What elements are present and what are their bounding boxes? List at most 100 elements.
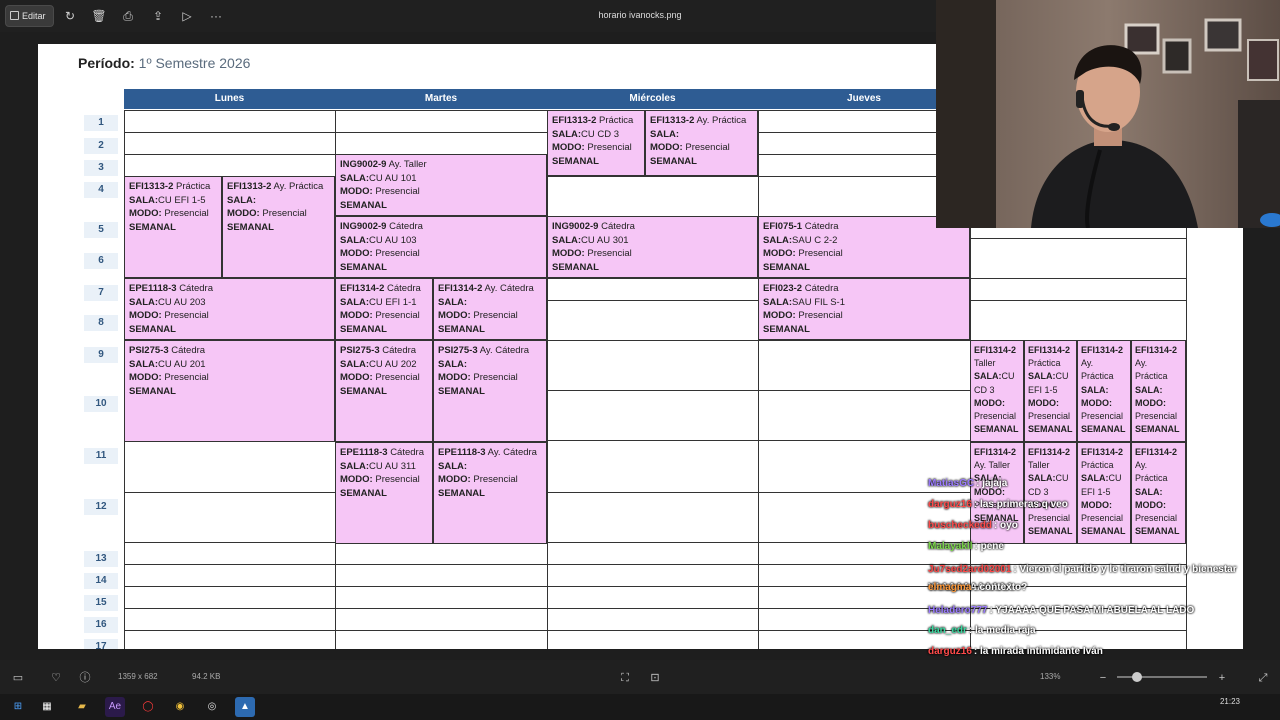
course-mode: MODO: Presencial [129,309,330,323]
course-block: EFI1313-2 Práctica SALA:CU CD 3 MODO: Pres… [547,110,645,176]
print-icon[interactable]: ⎙ [120,8,136,24]
room-label: SALA: [340,460,370,472]
course-mode: MODO: Presencial [438,371,542,385]
zoom-out-icon[interactable]: − [1096,671,1110,685]
room-value: CU AU 101 [369,172,417,184]
day-header: Lunes [124,89,335,109]
chat-username: darguz16 [928,646,972,657]
rotate-icon[interactable]: ↻ [62,8,78,24]
room-label: SALA: [340,234,370,246]
start-icon[interactable]: ⊞ [8,697,28,717]
room-value: CU AU 202 [369,358,417,370]
share-icon[interactable]: ⇪ [150,8,166,24]
course-room: SALA: [650,128,753,142]
course-mode: MODO: Presencial [650,141,753,155]
mode-label: MODO: [340,474,373,485]
course-block: PSI275-3 Cátedra SALA:CU AU 202 MODO: Pres… [335,340,433,442]
room-label: SALA: [763,234,793,246]
day-header: Miércoles [547,89,758,109]
edit-button[interactable]: Editar [5,5,54,27]
course-block: EFI1313-2 Práctica SALA:CU EFI 1-5 MODO: P… [124,176,222,278]
row-number: 4 [84,182,118,198]
fit-screen-icon[interactable]: ⛶ [618,671,632,685]
file-size: 94.2 KB [192,672,221,681]
room-label: SALA: [340,172,370,184]
course-mode: MODO: Presencial [340,247,542,261]
zoom-slider-handle[interactable] [1132,672,1142,682]
room-value: CU CD 3 [581,128,620,140]
course-type: Ay. Cátedra [487,447,537,458]
chat-message: buscheckedd: oyo [928,520,1018,531]
info-icon[interactable]: ⓘ [78,671,92,685]
course-title: ING9002-9 Cátedra [340,220,542,234]
after-effects-icon[interactable]: Ae [105,697,125,717]
course-title: EFI1314-2 Práctica [1081,446,1127,472]
more-options-button[interactable]: ··· [208,8,224,24]
mode-value: Presencial [974,411,1017,422]
frequency-value: SEMANAL [227,221,274,233]
course-frequency: SEMANAL [552,261,753,275]
frequency-value: SEMANAL [340,199,387,211]
course-type: Cátedra [389,221,423,232]
course-frequency: SEMANAL [340,385,428,399]
course-title: ING9002-9 Cátedra [552,220,753,234]
clock: 21:23 [1219,697,1240,706]
course-code: ING9002-9 [340,159,387,170]
course-code: EFI1314-2 [1081,447,1124,457]
opera-icon[interactable]: ◯ [138,697,158,717]
mode-value: Presencial [798,310,843,321]
course-block: EFI1314-2 Ay. Práctica SALA: MODO: Presenc… [1077,340,1131,442]
slideshow-icon[interactable]: ▷ [179,8,195,24]
row-number: 1 [84,115,118,131]
mode-value: Presencial [1028,411,1071,422]
course-code: EFI1314-2 [974,447,1017,457]
room-value: SAU C 2-2 [792,234,838,246]
course-room: SALA:CU AU 201 [129,358,330,372]
course-title: EFI1313-2 Práctica [129,180,217,194]
delete-icon[interactable]: 🗑 [91,8,107,24]
room-value: SAU FIL S-1 [792,296,846,308]
mode-value: Presencial [375,248,420,259]
chat-message: Malayakll: pene [928,541,1004,552]
course-type: Ay. Práctica [273,181,324,192]
course-mode: MODO: Presencial [974,397,1020,423]
filmstrip-icon[interactable]: ▭ [11,671,25,685]
fullscreen-icon[interactable]: ⤢ [1256,671,1270,685]
course-code: EFI1314-2 [974,345,1017,355]
course-room: SALA:CU EFI 1-1 [340,296,428,310]
photos-app-icon[interactable]: ▲ [235,697,255,717]
course-type: Ay. Cátedra [479,345,530,356]
obs-icon[interactable]: ◎ [202,697,222,717]
course-room: SALA:CU AU 301 [552,234,753,248]
mode-label: MODO: [650,142,683,153]
course-code: EFI1314-2 [1135,345,1178,355]
chat-username: Malayakll [928,541,973,552]
row-number: 10 [84,396,118,412]
course-title: PSI275-3 Ay. Cátedra [438,344,542,358]
course-mode: MODO: Presencial [1135,397,1182,423]
course-code: PSI275-3 [129,345,169,356]
room-label: SALA: [340,296,370,308]
zoom-slider[interactable] [1117,676,1207,678]
task-view-icon[interactable]: ▦ [37,697,57,717]
chrome-icon[interactable]: ◉ [170,697,190,717]
course-block: EFI1314-2 Ay. Práctica SALA: MODO: Presenc… [1131,340,1186,442]
course-block: EFI1314-2 Práctica SALA:CU EFI 1-5 MODO: P… [1024,340,1077,442]
zoom-level: 133% [1040,672,1061,681]
mode-label: MODO: [129,310,162,321]
course-block: EFI023-2 Cátedra SALA:SAU FIL S-1 MODO: Pr… [758,278,970,340]
grid-line [758,110,759,649]
course-frequency: SEMANAL [1135,423,1182,436]
file-explorer-icon[interactable]: ▰ [72,697,92,717]
course-code: EFI1313-2 [552,115,597,126]
course-type: Cátedra [390,447,424,458]
mode-label: MODO: [340,372,373,383]
actual-size-icon[interactable]: ⊡ [648,671,662,685]
course-title: EFI1314-2 Práctica [1028,344,1073,370]
favorite-icon[interactable]: ♡ [49,671,63,685]
room-label: SALA: [650,128,680,140]
course-code: EPE1118-3 [438,447,486,458]
zoom-in-icon[interactable]: + [1215,671,1229,685]
chat-message: Heladero777: YJAAAA QUE PASA MI ABUELA A… [928,605,1194,616]
course-mode: MODO: Presencial [763,247,965,261]
